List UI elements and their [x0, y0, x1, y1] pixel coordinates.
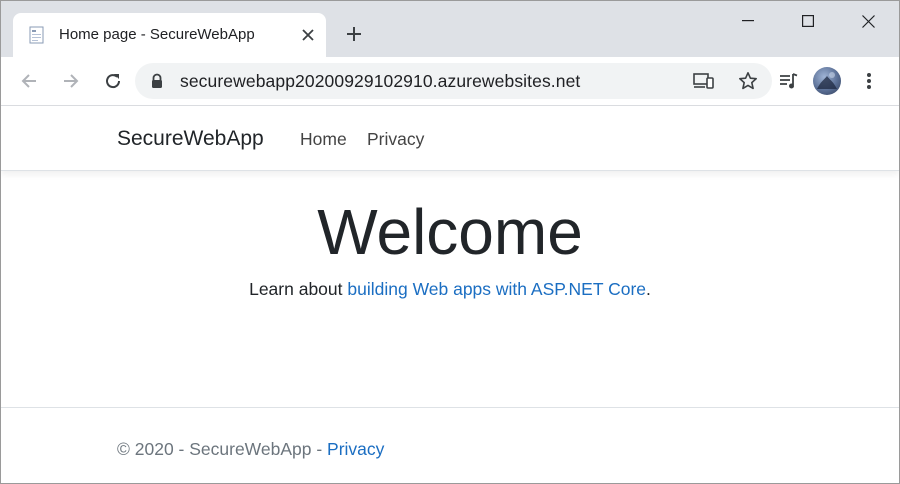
site-footer: © 2020 - SecureWebApp - Privacy: [117, 437, 384, 461]
footer-copyright-text: © 2020 - SecureWebApp -: [117, 439, 328, 459]
plus-icon[interactable]: [341, 21, 367, 47]
tab-home-page[interactable]: Home page - SecureWebApp: [13, 13, 326, 57]
profile-avatar[interactable]: [813, 67, 841, 95]
kebab-menu-icon[interactable]: [855, 67, 883, 95]
close-icon[interactable]: [299, 26, 317, 44]
minimize-icon[interactable]: [719, 1, 777, 41]
forward-arrow-icon[interactable]: [57, 67, 85, 95]
footer-privacy-link[interactable]: Privacy: [327, 439, 384, 459]
learn-suffix-text: .: [646, 279, 651, 299]
back-arrow-icon[interactable]: [15, 67, 43, 95]
url-text[interactable]: securewebapp20200929102910.azurewebsites…: [180, 71, 580, 91]
maximize-icon[interactable]: [779, 1, 837, 41]
welcome-heading: Welcome: [317, 196, 583, 268]
browser-window: Home page - SecureWebApp securewebapp202…: [0, 0, 900, 484]
media-playlist-icon[interactable]: [775, 67, 803, 95]
nav-home-link[interactable]: Home: [300, 128, 347, 150]
learn-paragraph: Learn about building Web apps with ASP.N…: [1, 277, 899, 301]
nav-privacy-link[interactable]: Privacy: [367, 128, 424, 150]
address-bar[interactable]: securewebapp20200929102910.azurewebsites…: [135, 63, 772, 99]
footer-divider: [1, 407, 899, 408]
tab-strip: Home page - SecureWebApp: [1, 1, 899, 57]
lock-icon[interactable]: [149, 73, 165, 89]
site-navbar: SecureWebApp Home Privacy: [1, 106, 899, 171]
web-page: SecureWebApp Home Privacy Welcome Learn …: [1, 106, 899, 483]
browser-toolbar: securewebapp20200929102910.azurewebsites…: [1, 57, 899, 106]
close-icon[interactable]: [839, 1, 897, 41]
tab-title: Home page - SecureWebApp: [59, 26, 255, 43]
cast-icon[interactable]: [693, 71, 715, 91]
aspnet-docs-link[interactable]: building Web apps with ASP.NET Core: [347, 279, 646, 299]
learn-prefix-text: Learn about: [249, 279, 348, 299]
star-icon[interactable]: [737, 71, 759, 91]
site-brand-link[interactable]: SecureWebApp: [117, 126, 264, 152]
reload-icon[interactable]: [99, 67, 127, 95]
page-favicon-icon: [29, 26, 45, 44]
